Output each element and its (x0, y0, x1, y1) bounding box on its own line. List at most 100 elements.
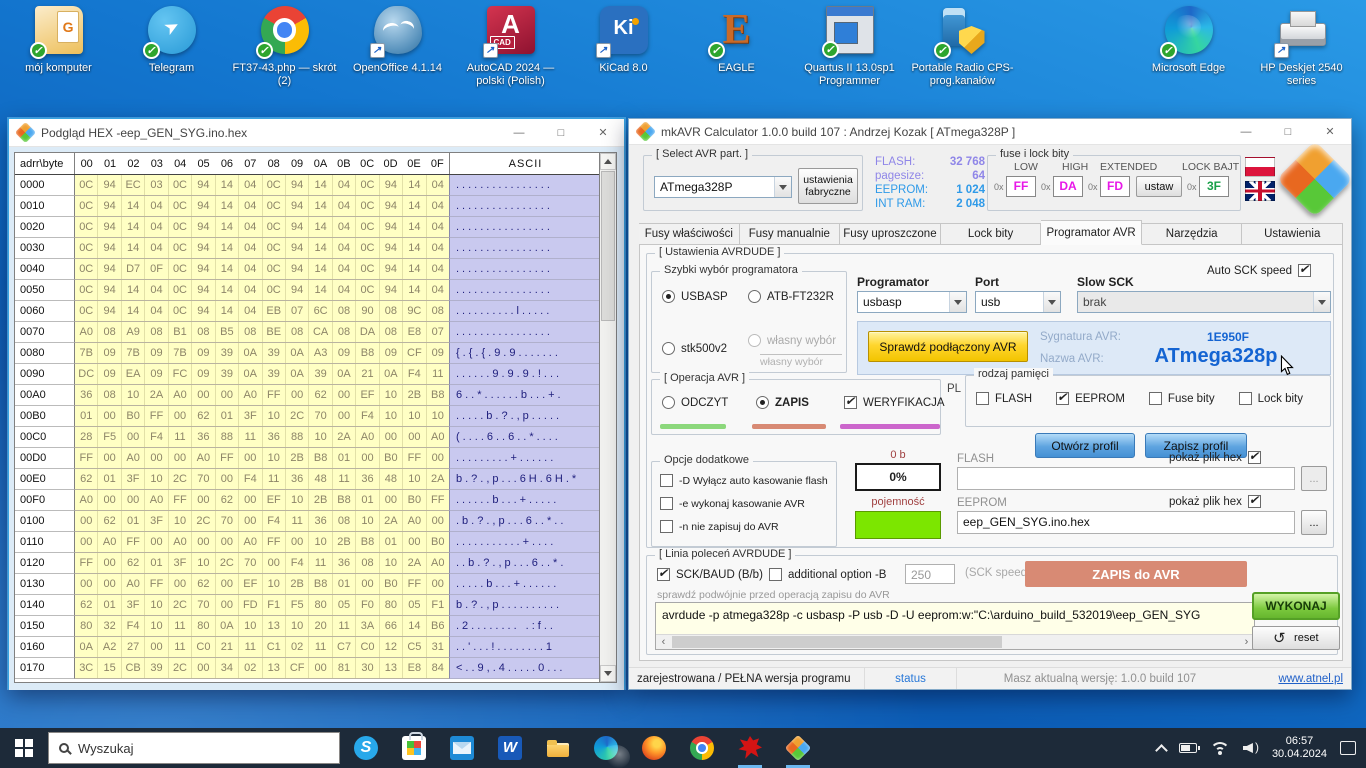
additional-option-checkbox[interactable]: additional option -B (769, 568, 886, 581)
desktop-icon[interactable]: AutoCAD 2024 — polski (Polish) (454, 6, 567, 88)
vertical-scrollbar[interactable] (599, 153, 616, 682)
hex-bytes[interactable]: 0C94D70F0C9414040C9414040C941404 (75, 259, 449, 280)
tab[interactable]: Fusy uproszczone (840, 223, 941, 245)
hex-bytes[interactable]: 0062013F102C7000F4113608102AA000 (75, 511, 449, 532)
ustaw-button[interactable]: ustaw (1136, 176, 1182, 197)
tab[interactable]: Lock bity (941, 223, 1042, 245)
uk-flag-icon[interactable] (1245, 181, 1275, 201)
usbasp-radio[interactable]: USBASP (662, 290, 728, 303)
eeprom-browse-button[interactable]: ... (1301, 510, 1327, 535)
taskbar-word-icon[interactable] (486, 728, 534, 768)
volume-icon[interactable] (1243, 742, 1259, 754)
taskbar-edge-icon[interactable] (582, 728, 630, 768)
fuse-extended-value[interactable]: FD (1100, 176, 1130, 197)
auto-sck-checkbox[interactable]: Auto SCK speed (1207, 264, 1311, 277)
memory-kind-checkbox[interactable]: Lock bity (1239, 392, 1303, 405)
hex-bytes[interactable]: 62013F102C7000FDF1F58005F08005F1 (75, 595, 449, 616)
flash-browse-button[interactable]: ... (1301, 466, 1327, 491)
avrdude-option-checkbox[interactable]: -D Wyłącz auto kasowanie flash (660, 474, 828, 487)
wykonaj-button[interactable]: WYKONAJ (1252, 592, 1340, 620)
minimize-icon[interactable]: — (1225, 119, 1267, 144)
memory-kind-checkbox[interactable]: FLASH (976, 392, 1032, 405)
taskbar-hex-viewer-icon[interactable] (726, 728, 774, 768)
hex-bytes[interactable]: A00000A0FF006200EF102BB80100B0FF (75, 490, 449, 511)
command-box[interactable]: avrdude -p atmega328p -c usbasp -P usb -… (655, 602, 1255, 650)
factory-settings-button[interactable]: ustawienia fabryczne (798, 168, 858, 204)
hex-bytes[interactable]: 0C9414040C9414040C9414040C941404 (75, 238, 449, 259)
taskbar-firefox-icon[interactable] (630, 728, 678, 768)
horizontal-scrollbar[interactable]: ‹ › (656, 634, 1254, 649)
avrdude-command-text[interactable]: avrdude -p atmega328p -c usbasp -P usb -… (656, 603, 1254, 627)
tab[interactable]: Fusy manualnie (740, 223, 841, 245)
tab[interactable]: Narzędzia (1142, 223, 1243, 245)
taskbar-chrome-icon[interactable] (678, 728, 726, 768)
hex-bytes[interactable]: FF0062013F102C7000F4113608102AA0 (75, 553, 449, 574)
hex-bytes[interactable]: 3608102AA00000A0FF006200EF102BB8 (75, 385, 449, 406)
close-icon[interactable]: ✕ (582, 119, 624, 146)
avrdude-option-checkbox[interactable]: -n nie zapisuj do AVR (660, 520, 828, 533)
start-button[interactable] (0, 728, 48, 768)
hex-bytes[interactable]: FF00A00000A0FF00102BB80100B0FF00 (75, 448, 449, 469)
tab[interactable]: Programator AVR (1041, 220, 1142, 245)
slow-sck-select[interactable]: brak (1077, 291, 1331, 313)
hex-bytes[interactable]: A008A908B108B508BE08CA08DA08E807 (75, 322, 449, 343)
avr-part-select[interactable]: ATmega328P (654, 176, 792, 198)
hex-bytes[interactable]: 0C9414040C941404EB076C0890089C08 (75, 301, 449, 322)
hex-bytes[interactable]: 3C15CB392C00340213CF00813013E884 (75, 658, 449, 679)
hex-bytes[interactable]: 00A0FF00A00000A0FF00102BB80100B0 (75, 532, 449, 553)
avrdude-option-checkbox[interactable]: -e wykonaj kasowanie AVR (660, 497, 828, 510)
taskbar-clock[interactable]: 06:57 30.04.2024 (1272, 735, 1327, 761)
hex-bytes[interactable]: 0000A0FF006200EF102BB80100B0FF00 (75, 574, 449, 595)
scrollbar-thumb[interactable] (672, 636, 1002, 648)
hex-bytes[interactable]: 0C9414040C9414040C9414040C941404 (75, 196, 449, 217)
zapis-do-avr-button[interactable]: ZAPIS do AVR (1025, 561, 1247, 587)
hex-bytes[interactable]: 0C94EC030C9414040C9414040C941404 (75, 175, 449, 196)
memory-kind-checkbox[interactable]: Fuse bity (1149, 392, 1215, 405)
desktop-icon[interactable]: Microsoft Edge (1132, 6, 1245, 88)
scrollbar-thumb[interactable] (601, 171, 615, 321)
atb-ft232r-radio[interactable]: ATB-FT232R (748, 290, 834, 303)
programator-select[interactable]: usbasp (857, 291, 967, 313)
scroll-up-icon[interactable] (600, 153, 616, 170)
taskbar-skype-icon[interactable] (342, 728, 390, 768)
hex-bytes[interactable]: 28F500F4113688113688102AA00000A0 (75, 427, 449, 448)
close-icon[interactable]: ✕ (1309, 119, 1351, 144)
custom-choice-radio[interactable]: własny wybór (748, 334, 836, 347)
scroll-down-icon[interactable] (600, 665, 616, 682)
desktop-icon[interactable]: Portable Radio CPS-prog.kanałów (906, 6, 1019, 88)
sck-baud-checkbox[interactable]: SCK/BAUD (B/b) (657, 568, 763, 581)
sck-speed-input[interactable]: 250 (905, 564, 955, 584)
tab[interactable]: Ustawienia (1242, 223, 1343, 245)
status-link[interactable]: status (865, 668, 957, 689)
hex-bytes[interactable]: 0C9414040C9414040C9414040C941404 (75, 280, 449, 301)
desktop-icon[interactable]: EAGLE (680, 6, 793, 88)
memory-kind-checkbox[interactable]: EEPROM (1056, 392, 1125, 405)
flash-file-field[interactable] (957, 467, 1295, 490)
wifi-icon[interactable] (1210, 742, 1230, 755)
tray-chevron-icon[interactable] (1155, 744, 1168, 757)
taskbar-store-icon[interactable] (390, 728, 438, 768)
odczyt-radio[interactable]: ODCZYT (662, 396, 728, 409)
taskbar-search[interactable] (48, 732, 340, 764)
maximize-icon[interactable]: □ (540, 119, 582, 146)
search-input[interactable] (78, 741, 329, 756)
battery-icon[interactable] (1179, 743, 1197, 753)
eeprom-file-field[interactable]: eep_GEN_SYG.ino.hex (957, 511, 1295, 534)
taskbar-mail-icon[interactable] (438, 728, 486, 768)
notification-center-icon[interactable] (1340, 741, 1356, 755)
open-profile-button[interactable]: Otwórz profil (1035, 433, 1135, 458)
eeprom-show-hex-checkbox[interactable]: pokaż plik hex (1169, 495, 1299, 508)
hex-bytes[interactable]: 0AA2270011C02111C10211C7C012C531 (75, 637, 449, 658)
reset-button[interactable]: ↻ reset (1252, 626, 1340, 650)
desktop-icon[interactable]: HP Deskjet 2540 series (1245, 6, 1358, 88)
poland-flag-icon[interactable] (1245, 157, 1275, 177)
check-connected-avr-button[interactable]: Sprawdź podłączony AVR (868, 331, 1028, 362)
hex-bytes[interactable]: 0100B0FF0062013F102C7000F4101010 (75, 406, 449, 427)
hex-bytes[interactable]: 7B097B097B09390A390AA309B809CF09 (75, 343, 449, 364)
desktop-icon[interactable]: Quartus II 13.0sp1 Programmer (793, 6, 906, 88)
port-select[interactable]: usb (975, 291, 1061, 313)
zapis-radio[interactable]: ZAPIS (756, 396, 809, 409)
maximize-icon[interactable]: □ (1267, 119, 1309, 144)
weryfikacja-checkbox[interactable]: WERYFIKACJA (844, 396, 945, 409)
mkavr-titlebar[interactable]: mkAVR Calculator 1.0.0 build 107 : Andrz… (629, 119, 1351, 145)
